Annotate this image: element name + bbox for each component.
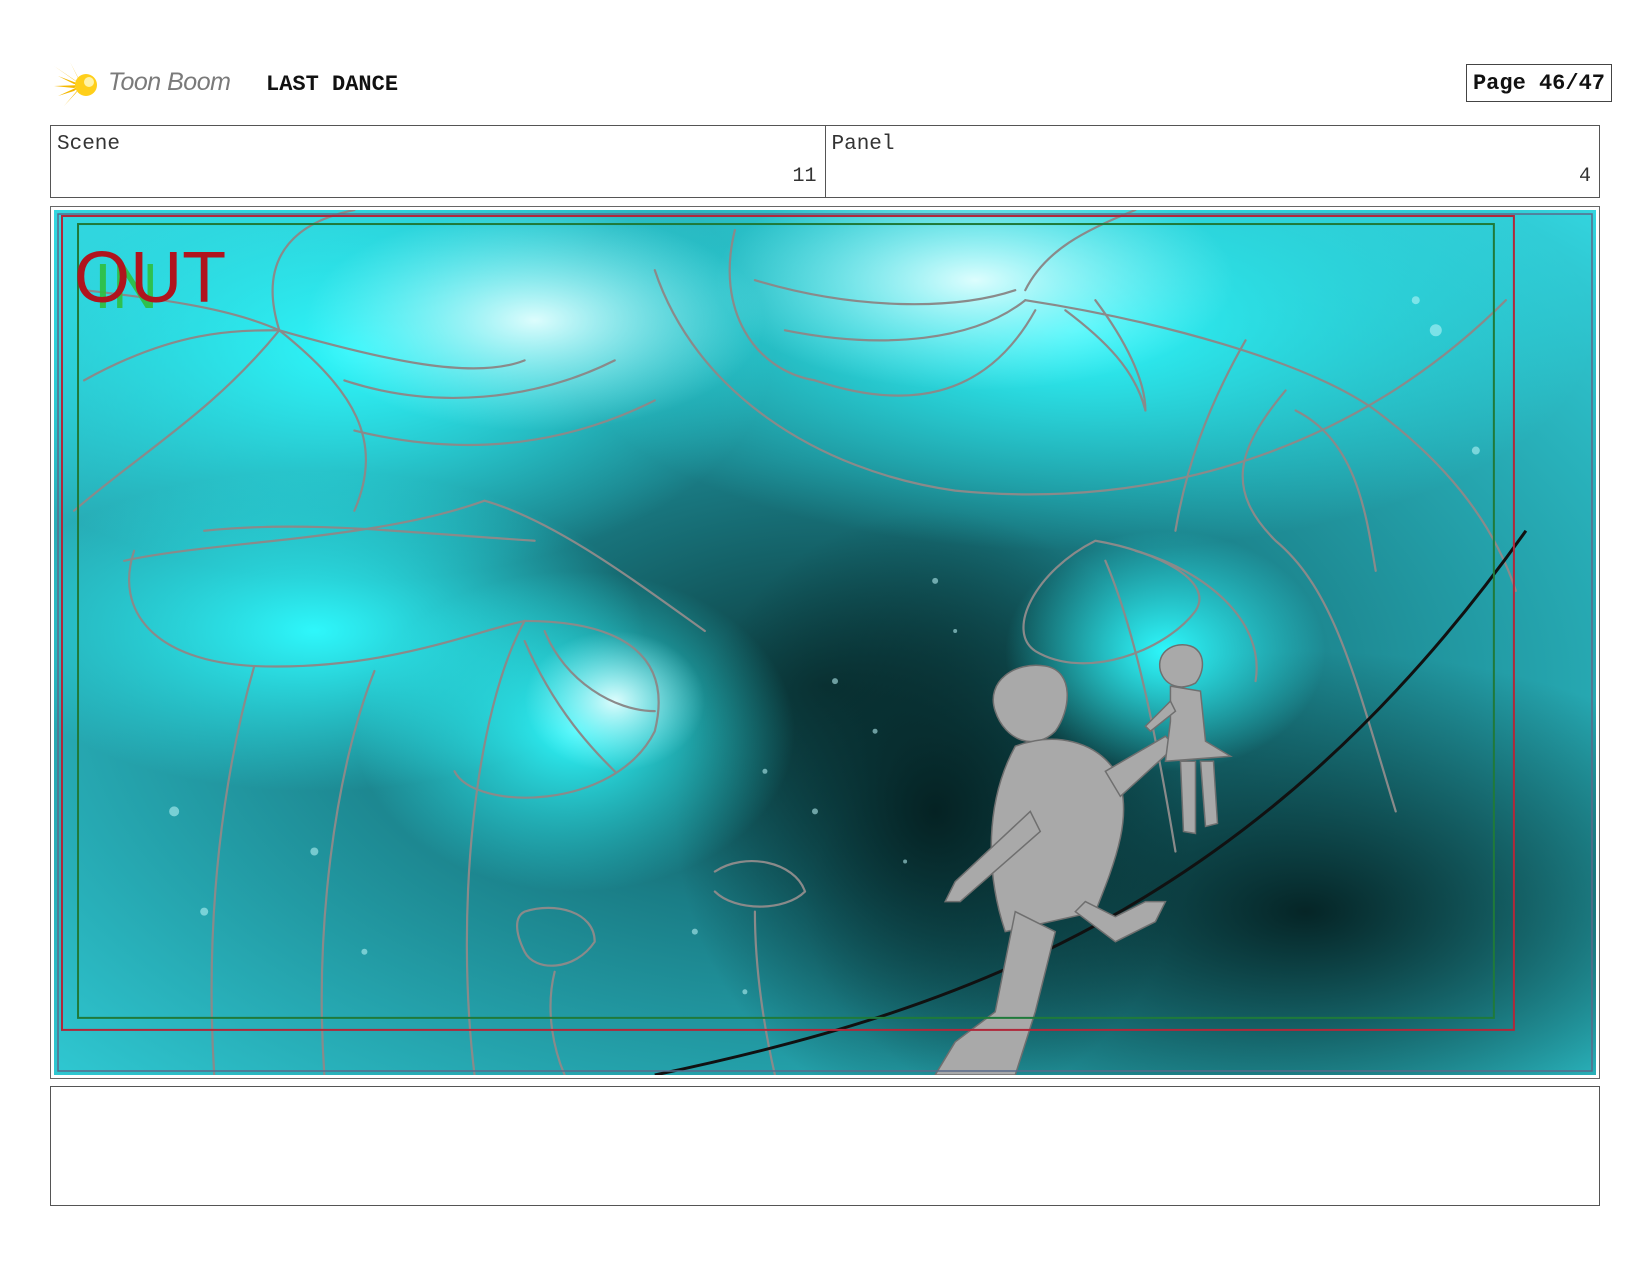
toon-boom-logo-icon — [54, 62, 97, 106]
out-overlay-label: OUT — [74, 238, 226, 318]
scene-panel-info: Scene 11 Panel 4 — [50, 125, 1600, 198]
panel-number: 4 — [1578, 165, 1591, 188]
panel-cell: Panel 4 — [824, 126, 1600, 197]
panel-image-frame: IN OUT — [50, 206, 1600, 1079]
brand-name: Toon Boom — [108, 68, 231, 96]
scene-cell: Scene 11 — [51, 126, 825, 197]
panel-notes-box — [50, 1086, 1600, 1206]
panel-artwork: IN OUT — [54, 210, 1596, 1075]
scene-number: 11 — [792, 165, 817, 188]
scene-label: Scene — [57, 133, 121, 156]
panel-label: Panel — [831, 133, 895, 156]
storyboard-header: Toon Boom LAST DANCE Page 46/47 — [52, 56, 1612, 112]
project-title: LAST DANCE — [266, 72, 399, 97]
page-indicator: Page 46/47 — [1465, 64, 1612, 102]
